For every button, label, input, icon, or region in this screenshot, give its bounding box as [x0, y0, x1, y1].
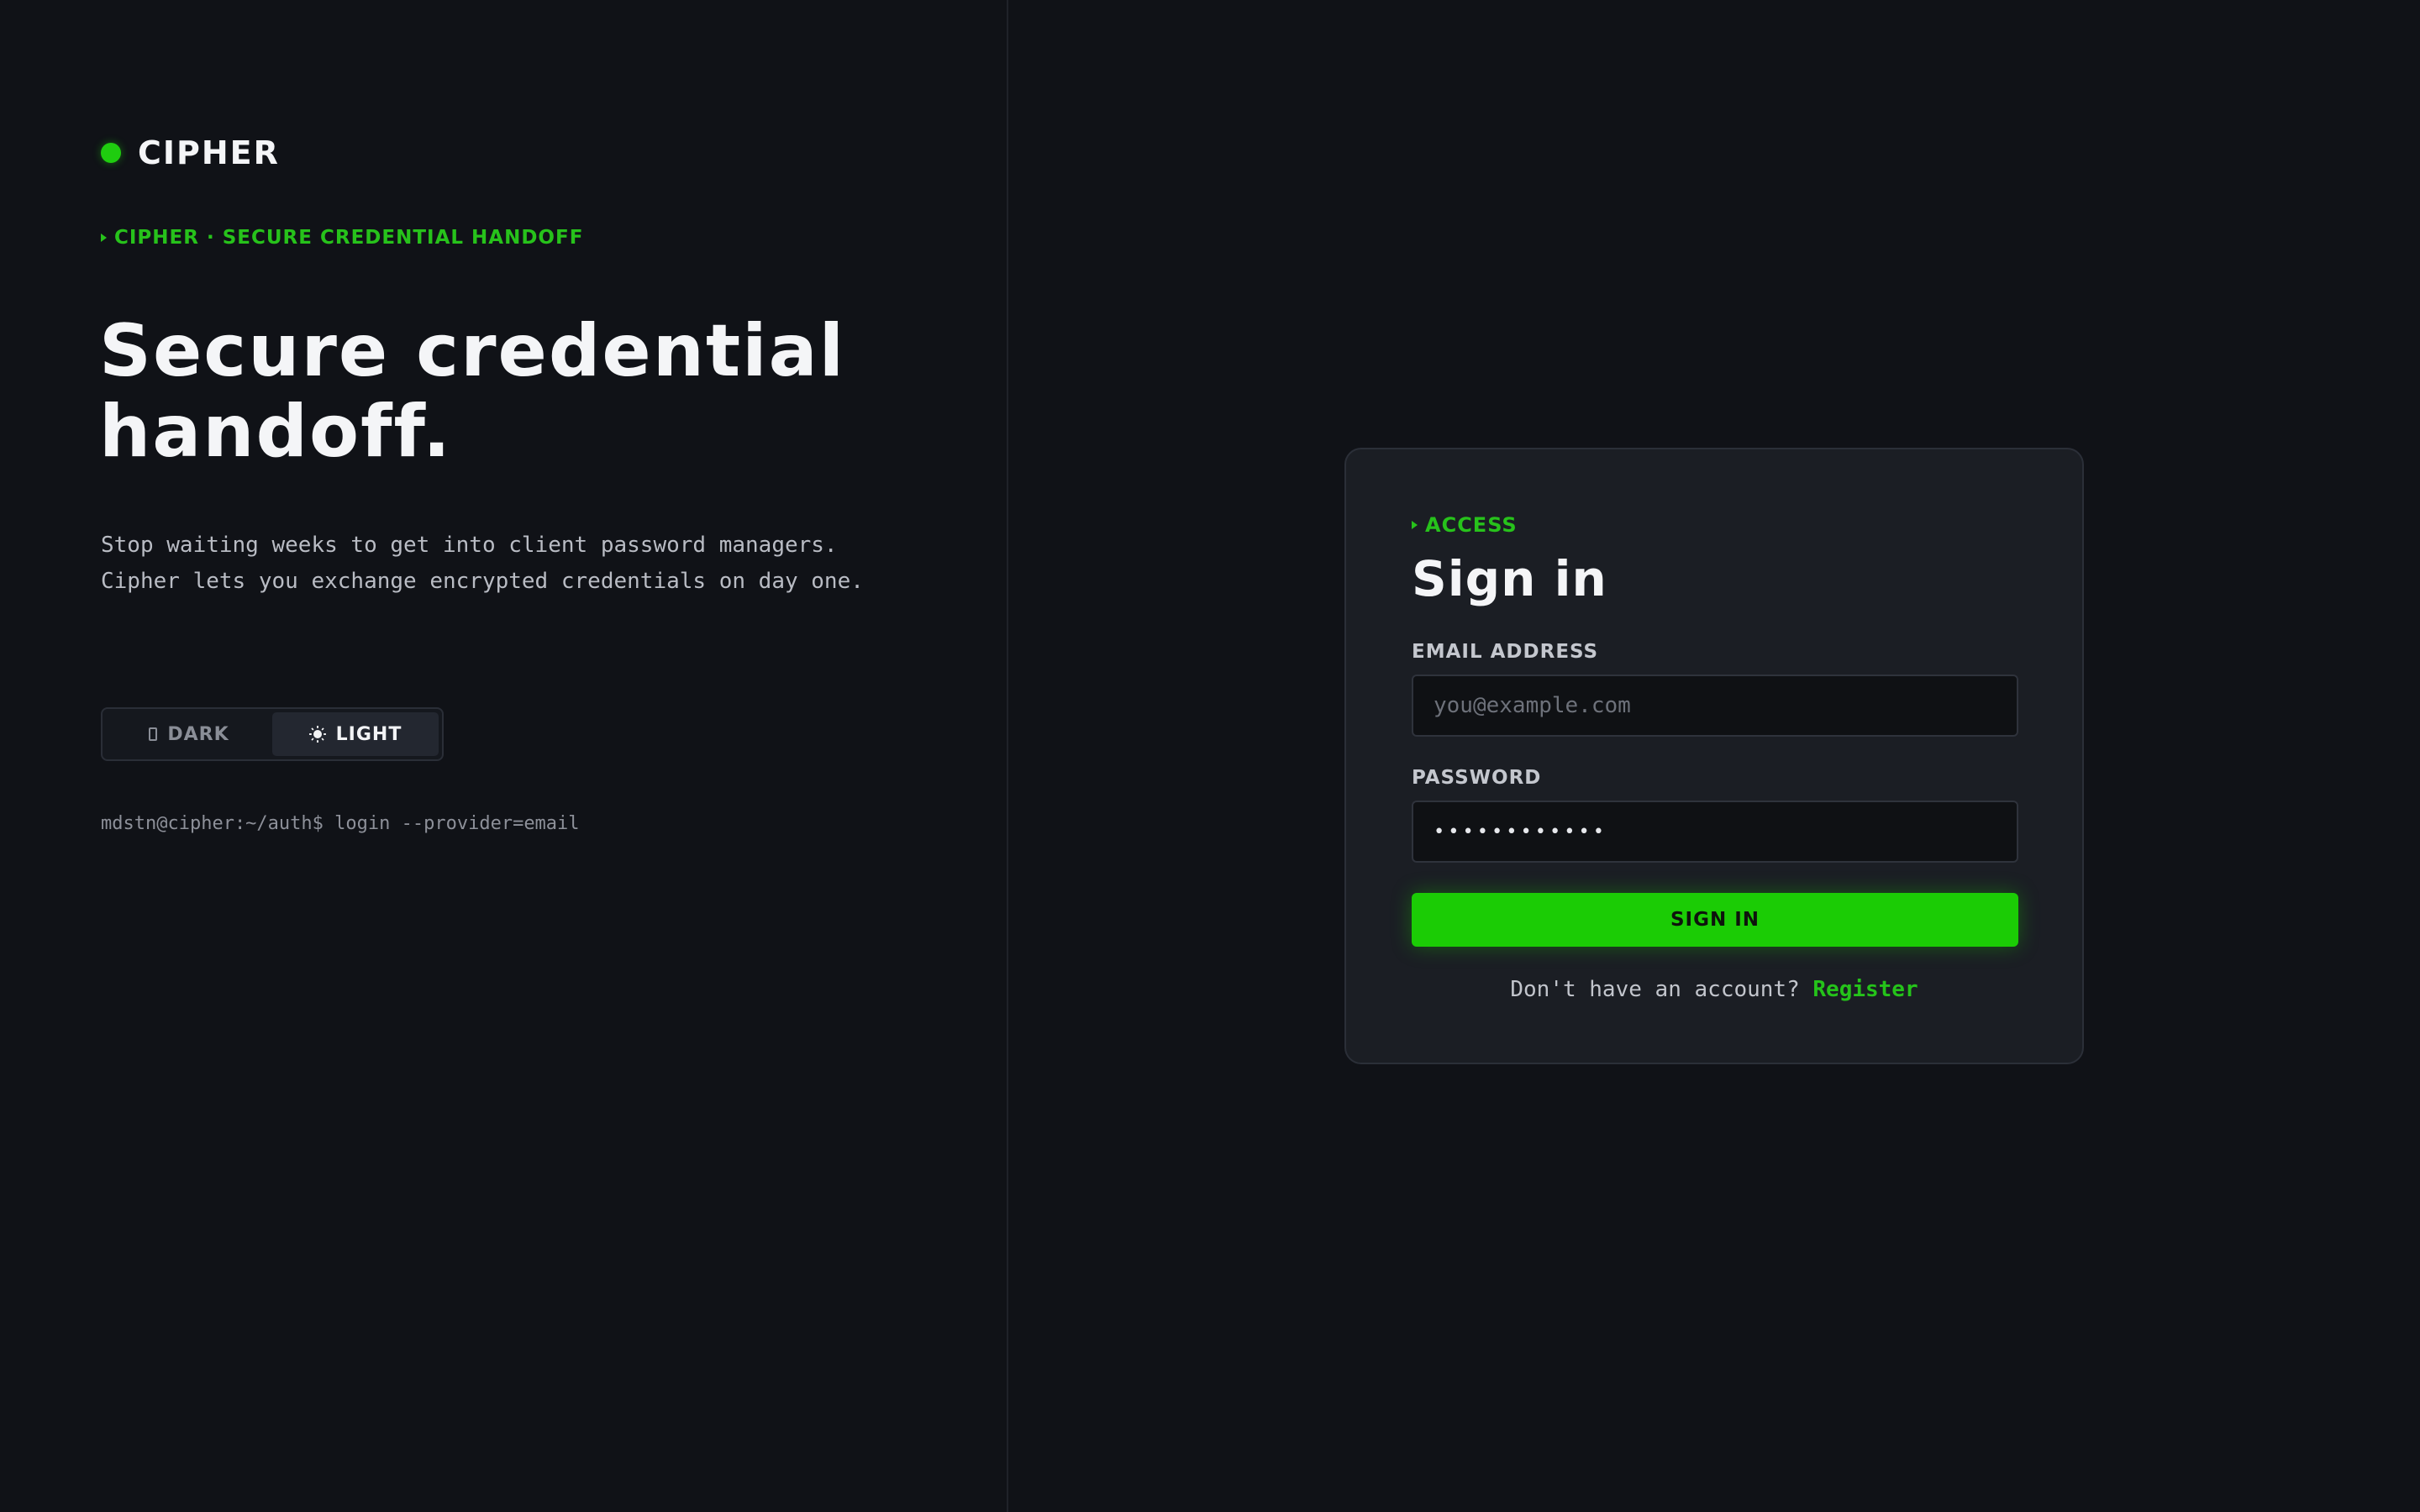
theme-dark-label: DARK	[167, 723, 229, 745]
hero-tagline: CIPHER · SECURE CREDENTIAL HANDOFF	[101, 227, 583, 249]
hero-tagline-text: CIPHER · SECURE CREDENTIAL HANDOFF	[114, 227, 584, 249]
signin-eyebrow: ACCESS	[1412, 513, 1518, 537]
hero-headline-line1: Secure credential	[99, 309, 846, 393]
email-field[interactable]	[1412, 675, 2018, 737]
triangle-bullet-icon	[1412, 521, 1418, 529]
theme-light-button[interactable]: LIGHT	[272, 712, 439, 756]
password-label: PASSWORD	[1412, 767, 1542, 789]
password-field[interactable]	[1412, 801, 2018, 863]
theme-light-label: LIGHT	[335, 723, 402, 745]
hero-headline: Secure credential handoff.	[99, 311, 990, 472]
register-prompt: Don't have an account? Register	[1346, 977, 2082, 1002]
login-page: CIPHER CIPHER · SECURE CREDENTIAL HANDOF…	[0, 0, 2420, 1512]
theme-dark-button[interactable]: DARK	[106, 712, 272, 756]
hero-description-line1: Stop waiting weeks to get into client pa…	[101, 533, 838, 558]
brand-name: CIPHER	[138, 134, 280, 171]
signin-button[interactable]: SIGN IN	[1412, 893, 2018, 947]
email-label: EMAIL ADDRESS	[1412, 641, 1599, 663]
brand-logo: CIPHER	[101, 134, 280, 171]
register-prompt-text: Don't have an account?	[1510, 977, 1800, 1002]
sun-icon	[309, 726, 326, 743]
hero-description-line2: Cipher lets you exchange encrypted crede…	[101, 569, 864, 594]
signin-eyebrow-text: ACCESS	[1425, 513, 1518, 537]
terminal-prompt: mdstn@cipher:~/auth$ login --provider=em…	[101, 813, 580, 834]
signin-card: ACCESS Sign in EMAIL ADDRESS PASSWORD SI…	[1344, 448, 2084, 1064]
brand-dot-icon	[101, 143, 121, 163]
hero-description: Stop waiting weeks to get into client pa…	[101, 528, 992, 600]
moon-icon	[149, 727, 158, 741]
theme-toggle: DARK LIGHT	[101, 707, 444, 761]
hero-panel: CIPHER CIPHER · SECURE CREDENTIAL HANDOF…	[0, 0, 1007, 1512]
register-link[interactable]: Register	[1812, 977, 1918, 1002]
hero-headline-line2: handoff.	[99, 390, 452, 474]
triangle-bullet-icon	[101, 234, 107, 242]
signin-title: Sign in	[1412, 550, 1607, 607]
